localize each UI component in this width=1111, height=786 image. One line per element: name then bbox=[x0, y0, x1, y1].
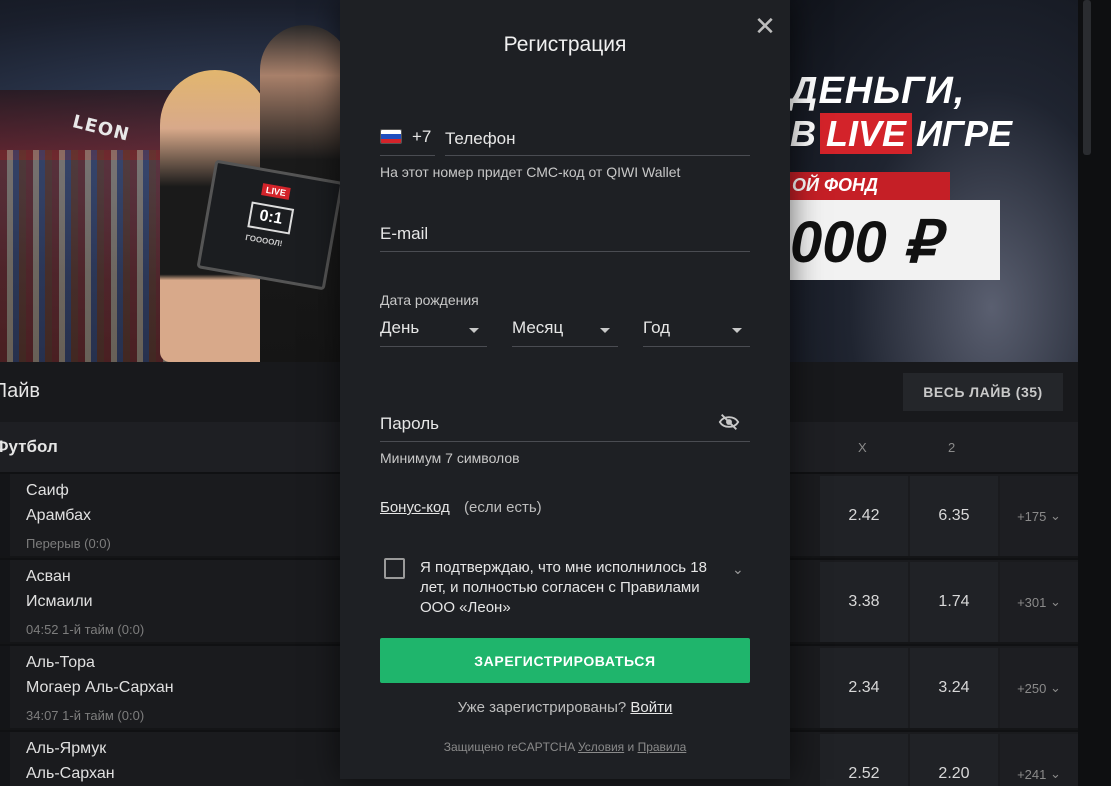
caret-down-icon bbox=[469, 328, 479, 333]
team-1: Аль-Ярмук bbox=[26, 740, 107, 757]
chevron-down-icon: ⌄ bbox=[1050, 594, 1061, 609]
bonus-code-link[interactable]: Бонус-код bbox=[380, 499, 450, 516]
bonus-code-note: (если есть) bbox=[464, 499, 542, 516]
team-2: Могаер Аль-Сархан bbox=[26, 679, 174, 696]
caret-down-icon bbox=[732, 328, 742, 333]
sport-title: Футбол bbox=[0, 437, 58, 456]
promo-line2-pre: В bbox=[790, 113, 816, 154]
team-2: Исмаили bbox=[26, 593, 93, 610]
recaptcha-text: Защищено reCAPTCHA bbox=[443, 740, 575, 754]
promo-live-badge: LIVE bbox=[820, 113, 913, 154]
page: LEON LIVE 0:1 ГООООЛ! ДЕНЬГИ, В LIVE ИГРЕ … bbox=[0, 0, 1111, 786]
age-confirm-checkbox[interactable] bbox=[384, 558, 405, 579]
team-1: Асван bbox=[26, 568, 71, 585]
match-strip bbox=[0, 732, 10, 786]
match-strip bbox=[0, 560, 10, 642]
laptop-goal-text: ГООООЛ! bbox=[244, 232, 284, 249]
chevron-down-icon: ⌄ bbox=[1050, 766, 1061, 781]
more-markets-button[interactable]: +250 ⌄ bbox=[1000, 648, 1078, 728]
laptop-live-tag: LIVE bbox=[261, 183, 291, 200]
modal-title: Регистрация bbox=[503, 33, 627, 56]
chevron-down-icon[interactable]: ⌄ bbox=[732, 562, 744, 578]
odd-x[interactable]: 2.42 bbox=[820, 476, 908, 556]
dob-day-select[interactable]: День bbox=[380, 312, 487, 347]
close-icon[interactable]: ✕ bbox=[752, 12, 778, 42]
match-status: 34:07 1-й тайм (0:0) bbox=[26, 708, 145, 723]
dob-year-value: Год bbox=[643, 318, 671, 337]
match-strip bbox=[0, 646, 10, 728]
caret-down-icon bbox=[600, 328, 610, 333]
phone-code-underline bbox=[380, 155, 435, 156]
login-link[interactable]: Войти bbox=[630, 699, 672, 716]
dob-year-select[interactable]: Год bbox=[643, 312, 750, 347]
live-title: Лайв bbox=[0, 380, 41, 402]
odd-x[interactable]: 3.38 bbox=[820, 562, 908, 642]
team-1: Саиф bbox=[26, 482, 69, 499]
laptop-image: LIVE 0:1 ГООООЛ! bbox=[196, 159, 344, 291]
phone-hint: На этот номер придет СМС-код от QIWI Wal… bbox=[380, 164, 681, 180]
promo-line2-post: ИГРЕ bbox=[916, 113, 1013, 154]
register-button[interactable]: ЗАРЕГИСТРИРОВАТЬСЯ bbox=[380, 638, 750, 683]
already-registered-text: Уже зарегистрированы? bbox=[457, 699, 627, 716]
phone-country-code[interactable]: +7 bbox=[412, 127, 431, 147]
registration-modal: Регистрация ✕ +7 На этот номер придет СМ… bbox=[340, 0, 790, 779]
dob-month-select[interactable]: Месяц bbox=[512, 312, 618, 347]
column-x-header: X bbox=[858, 440, 867, 455]
chevron-down-icon: ⌄ bbox=[1050, 680, 1061, 695]
odd-2[interactable]: 6.35 bbox=[910, 476, 998, 556]
promo-sum: 000 ₽ bbox=[790, 200, 1000, 280]
dob-label: Дата рождения bbox=[380, 292, 479, 308]
phone-input[interactable] bbox=[445, 122, 750, 156]
more-markets-count: +241 bbox=[1017, 766, 1047, 782]
laptop-score: 0:1 bbox=[247, 201, 295, 235]
more-markets-count: +250 bbox=[1017, 680, 1047, 696]
match-strip bbox=[0, 474, 10, 556]
recaptcha-note: Защищено reCAPTCHA Условия и Правила bbox=[340, 740, 790, 754]
odd-2[interactable]: 2.20 bbox=[910, 734, 998, 786]
more-markets-count: +301 bbox=[1017, 594, 1047, 610]
recaptcha-rules-link[interactable]: Правила bbox=[638, 740, 687, 754]
password-input[interactable] bbox=[380, 406, 750, 442]
match-status: 04:52 1-й тайм (0:0) bbox=[26, 622, 145, 637]
eye-off-icon[interactable] bbox=[718, 412, 740, 432]
column-2-header: 2 bbox=[948, 440, 956, 455]
promo-headline-2: В LIVE ИГРЕ bbox=[790, 113, 1012, 155]
promo-headline-1: ДЕНЬГИ, bbox=[790, 70, 966, 112]
team-2: Арамбах bbox=[26, 507, 91, 524]
more-markets-button[interactable]: +175 ⌄ bbox=[1000, 476, 1078, 556]
odd-x[interactable]: 2.34 bbox=[820, 648, 908, 728]
recaptcha-terms-link[interactable]: Условия bbox=[578, 740, 624, 754]
odd-2[interactable]: 3.24 bbox=[910, 648, 998, 728]
email-input[interactable] bbox=[380, 216, 750, 252]
recaptcha-and: и bbox=[627, 740, 635, 754]
dob-day-value: День bbox=[380, 318, 420, 337]
odd-x[interactable]: 2.52 bbox=[820, 734, 908, 786]
more-markets-button[interactable]: +301 ⌄ bbox=[1000, 562, 1078, 642]
age-confirm-text: Я подтверждаю, что мне исполнилось 18 ле… bbox=[420, 559, 707, 616]
all-live-button[interactable]: ВЕСЬ ЛАЙВ (35) bbox=[903, 373, 1063, 411]
russia-flag-icon[interactable] bbox=[380, 129, 402, 144]
scrollbar-thumb[interactable] bbox=[1083, 0, 1091, 155]
team-1: Аль-Тора bbox=[26, 654, 95, 671]
odd-2[interactable]: 1.74 bbox=[910, 562, 998, 642]
already-registered-line: Уже зарегистрированы? Войти bbox=[340, 699, 790, 716]
dob-month-value: Месяц bbox=[512, 318, 564, 337]
chevron-down-icon: ⌄ bbox=[1050, 508, 1061, 523]
more-markets-button[interactable]: +241 ⌄ bbox=[1000, 734, 1078, 786]
promo-fund-label: ОЙ ФОНД bbox=[790, 172, 950, 200]
more-markets-count: +175 bbox=[1017, 508, 1047, 524]
password-hint: Минимум 7 символов bbox=[380, 450, 520, 466]
team-2: Аль-Сархан bbox=[26, 765, 115, 782]
match-status: Перерыв (0:0) bbox=[26, 536, 111, 551]
